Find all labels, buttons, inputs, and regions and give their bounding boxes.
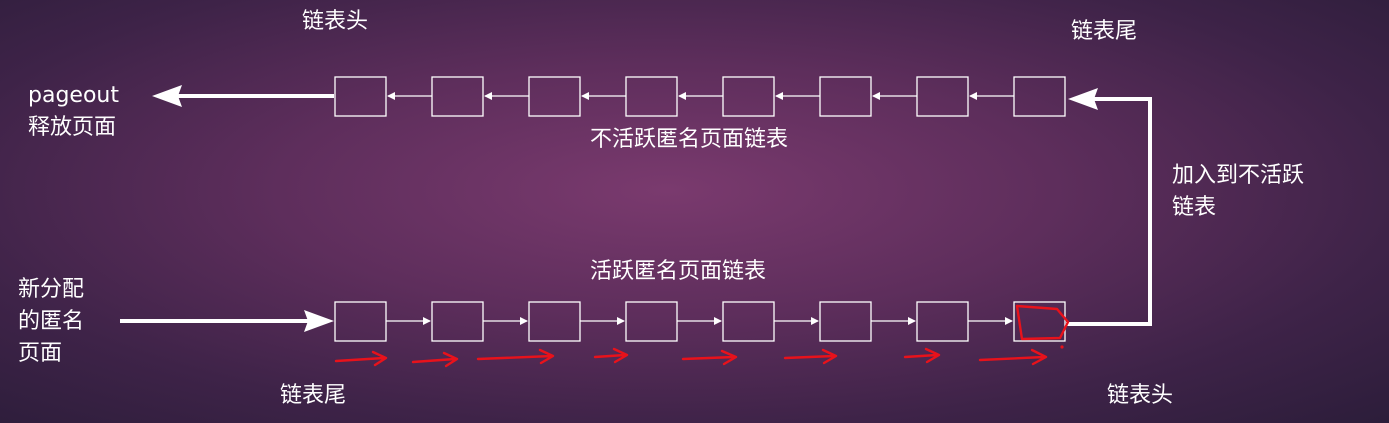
new-pages-label-line3: 页面 [18,341,63,366]
red-arrow [334,350,388,367]
red-arrow [476,348,555,365]
inactive-list-node [625,76,678,117]
new-page-arrow [120,310,334,332]
inactive-list-node [722,76,775,117]
pageout-label-line1: pageout [28,83,119,108]
red-annotation-arrows [334,304,1070,368]
inactive-list-node [1013,76,1066,117]
red-arrow [681,349,738,366]
active-list-tail-label: 链表尾 [280,383,347,408]
active-list-node [722,301,775,342]
new-pages-label: 新分配 的匿名 页面 [18,274,84,370]
new-pages-label-line2: 的匿名 [18,309,85,334]
active-list-head-label: 链表头 [1107,383,1174,408]
red-arrow [783,348,838,365]
active-list-node [334,301,387,342]
inactive-list-node [334,76,387,117]
inactive-list-node [916,76,969,117]
active-list [334,301,1066,342]
inactive-list [334,76,1066,117]
move-to-inactive-label-line1: 加入到不活跃 [1172,163,1305,188]
pageout-label: pageout 释放页面 [28,80,119,144]
pageout-label-line2: 释放页面 [28,115,117,140]
new-pages-label-line1: 新分配 [18,277,85,302]
active-list-node [528,301,581,342]
active-list-node [431,301,484,342]
inactive-list-node [431,76,484,117]
move-to-inactive-label: 加入到不活跃 链表 [1172,160,1304,224]
inactive-list-tail-label: 链表尾 [1071,19,1138,44]
red-arrow [411,351,459,368]
pageout-arrow [152,85,334,107]
move-to-inactive-label-line2: 链表 [1172,195,1217,220]
inactive-list-title: 不活跃匿名页面链表 [590,127,789,152]
move-to-inactive-arrow [1066,88,1152,326]
active-list-node [625,301,678,342]
active-list-title: 活跃匿名页面链表 [590,259,767,284]
inactive-list-node [528,76,581,117]
active-list-node [819,301,872,342]
red-arrow [978,348,1048,366]
red-dot [1060,345,1064,349]
red-arrow [903,347,941,364]
active-list-node [916,301,969,342]
red-node-scribble [1015,304,1070,341]
inactive-list-node [819,76,872,117]
inactive-list-head-label: 链表头 [302,9,369,34]
red-arrow [593,347,629,364]
